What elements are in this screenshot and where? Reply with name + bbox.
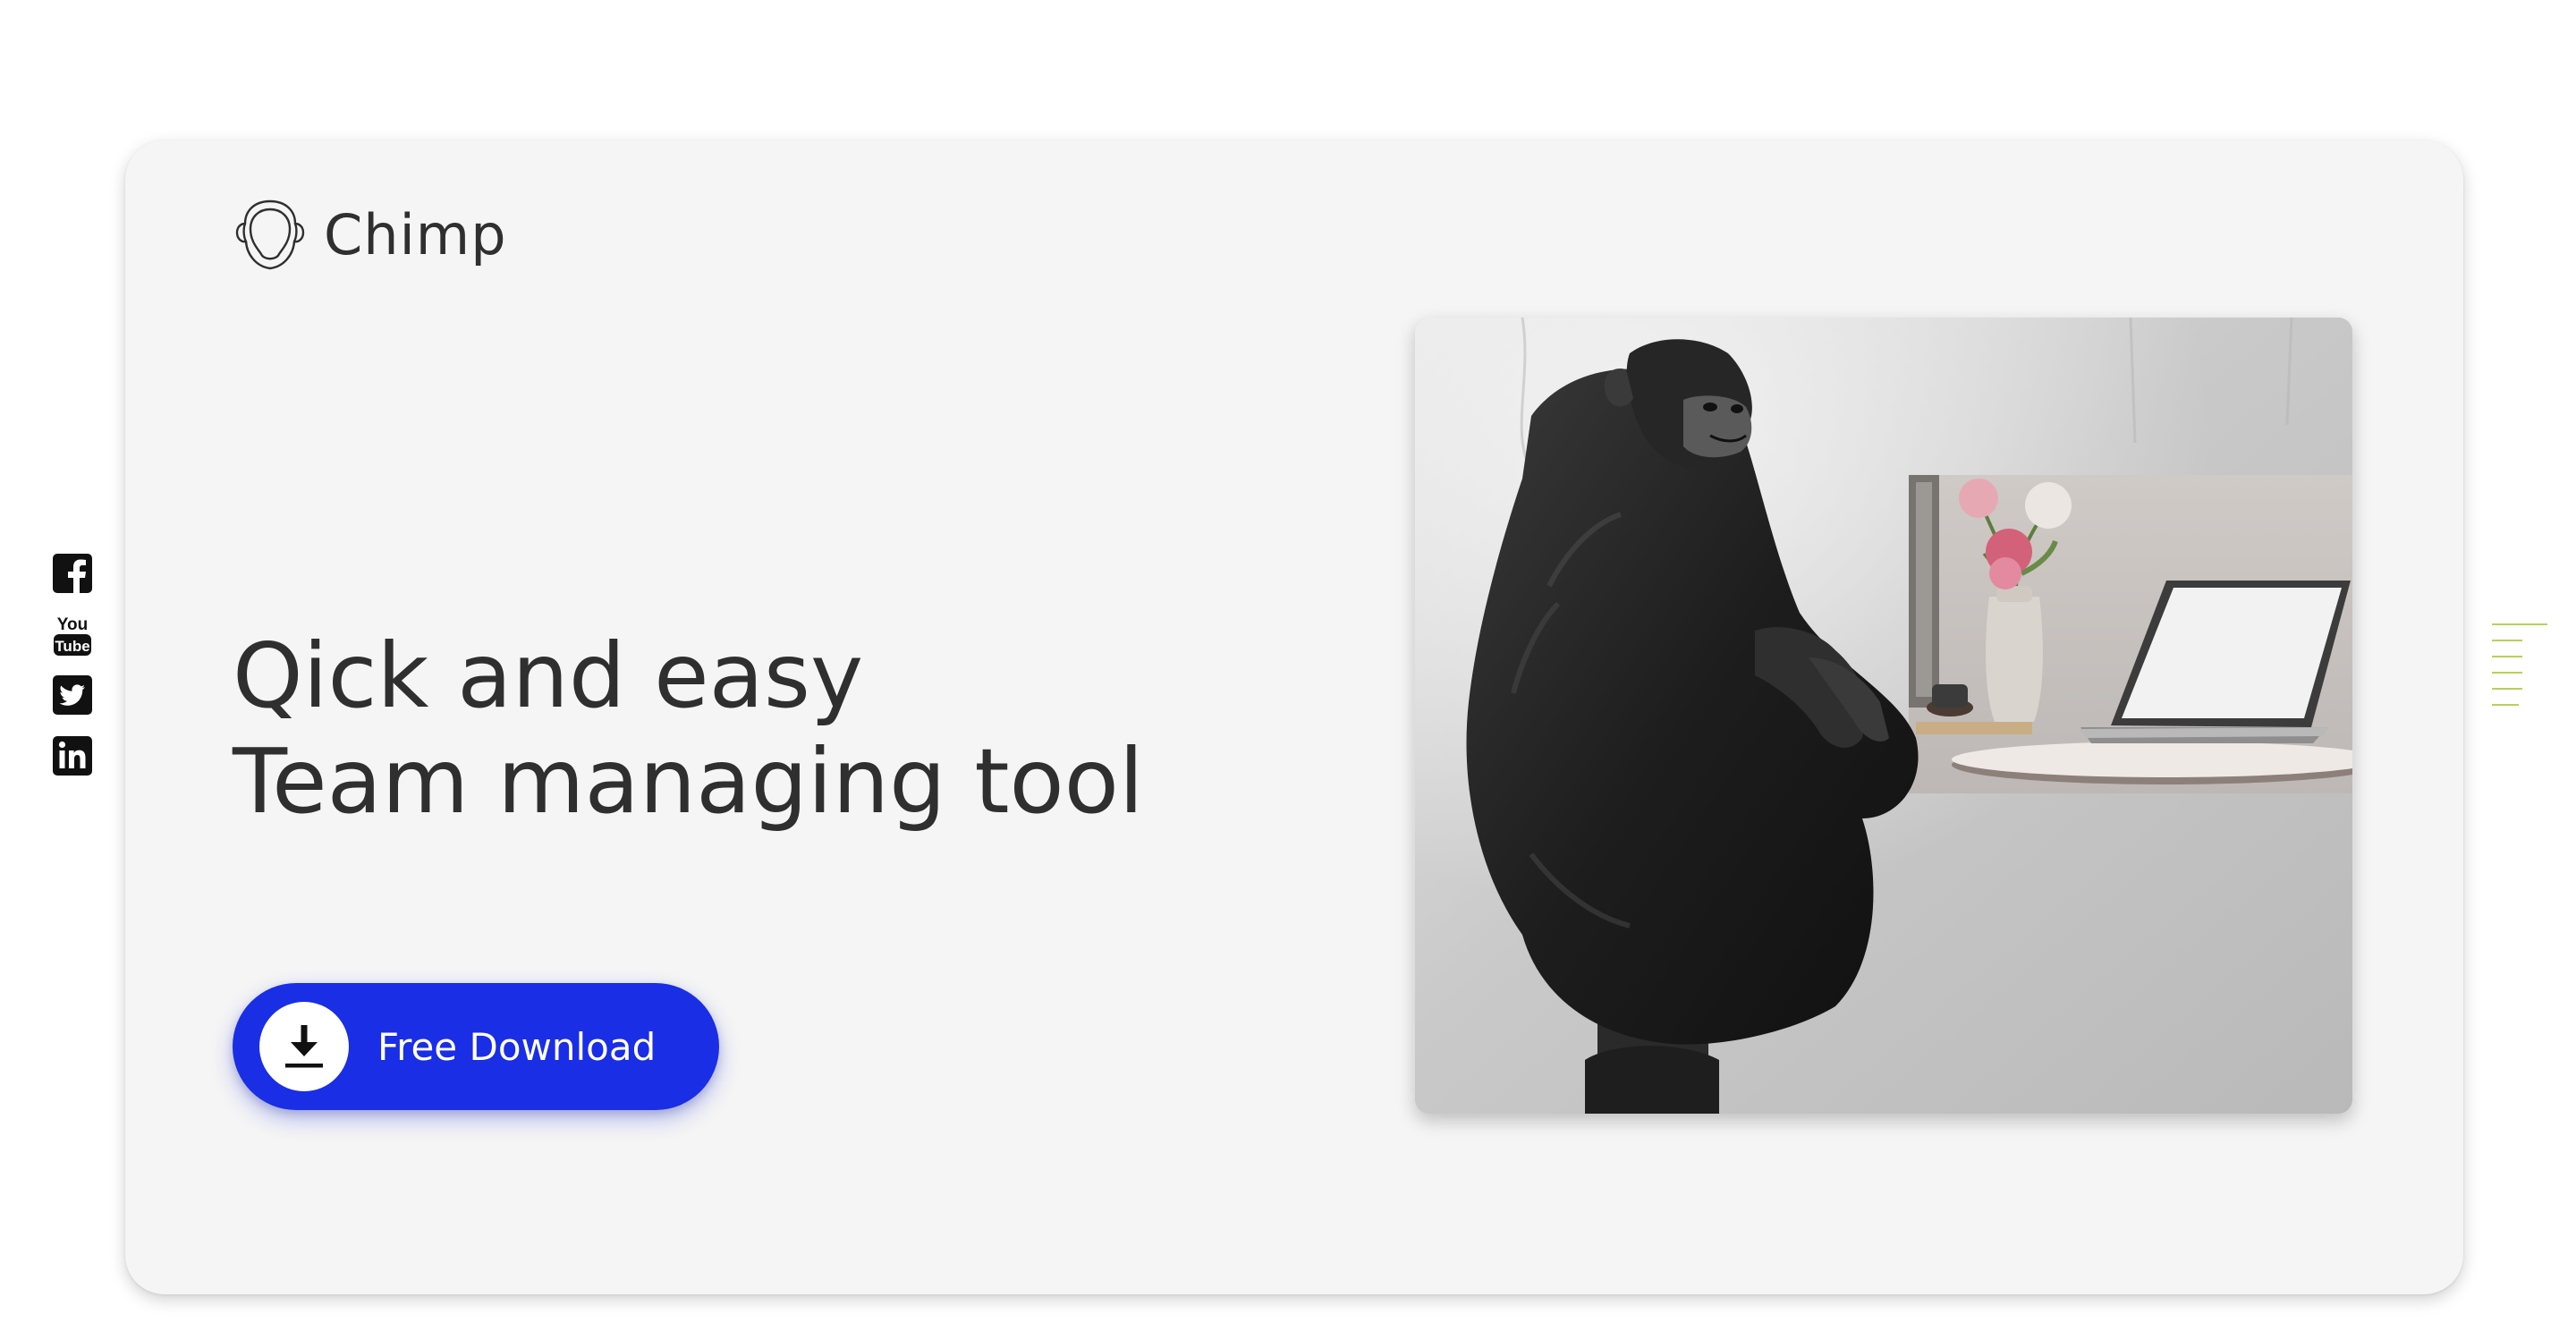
download-icon-circle [259,1002,349,1091]
linkedin-icon [53,736,92,776]
facebook-link[interactable] [52,553,93,594]
chimp-head-outline-icon [235,199,305,270]
youtube-link[interactable]: You Tube [52,614,93,656]
download-icon [285,1025,323,1068]
menu-lines-icon[interactable] [2492,623,2547,709]
laptop-scene-inlay [1909,475,2352,793]
free-download-label: Free Download [377,1024,657,1069]
linkedin-link[interactable] [52,735,93,776]
free-download-button[interactable]: Free Download [233,983,719,1110]
youtube-icon: You Tube [54,615,91,656]
chimpanzee-with-laptop-image [1415,318,2352,1114]
brand-name: Chimp [324,201,507,267]
youtube-you-text: You [57,615,88,634]
twitter-icon [53,675,92,715]
hero-card: Chimp Qick and easy Team managing tool F… [125,140,2463,1294]
brand-logo[interactable]: Chimp [233,194,507,275]
social-links: You Tube [52,553,93,796]
twitter-link[interactable] [52,674,93,716]
facebook-icon [53,554,92,593]
hero-headline: Qick and easy Team managing tool [233,623,1144,835]
youtube-tube-text: Tube [55,638,89,655]
headline-line-2: Team managing tool [233,729,1144,834]
headline-line-1: Qick and easy [233,623,864,728]
